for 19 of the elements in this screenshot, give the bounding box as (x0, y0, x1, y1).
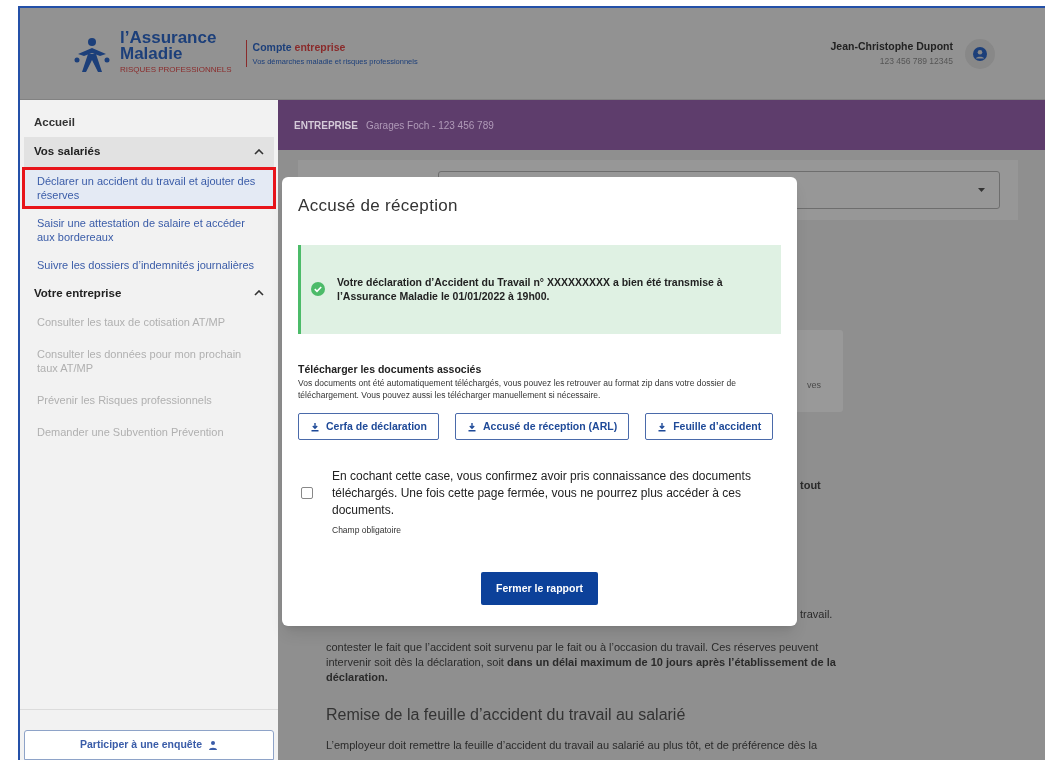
modal-title: Accusé de réception (298, 195, 459, 217)
logo-tagline: RISQUES PROFESSIONNELS (120, 64, 232, 76)
confirmation-text: En cochant cette case, vous confirmez avoir pris connaissance des documents téléchargés. Une fois cette page fermée, vous ne pourrez plus accéder à ces documents. (332, 468, 752, 520)
company-label: ENTREPRISE (294, 118, 358, 133)
company-value: Garages Foch - 123 456 789 (365, 118, 494, 133)
user-number: 123 456 789 12345 (879, 55, 953, 68)
logo-name: l’Assurance Maladie (120, 30, 218, 62)
alert-message: Votre déclaration d’Accident du Travail n° XXXXXXXXX a bien été transmise à l’Assurance Maladie le 01/01/2022 à 19h00. (337, 275, 724, 303)
card-text: ves (807, 379, 821, 393)
bold-text: tout (800, 478, 822, 493)
account-title: Compte entreprise (252, 40, 347, 55)
section-heading: Remise de la feuille d’accident du travail au salarié (326, 705, 687, 725)
paragraph-text: travail. (800, 606, 834, 622)
paragraph-text: contester le fait que l’accident soit survenu par le fait ou à l’occasion du travail. Ces réserves peuvent intervenir soit dès la déclaration, soit dans un délai maximum de 10 jours après l’établissement de la déclaration. (326, 640, 837, 685)
downloads-description: Vos documents ont été automatiquement téléchargés, vous pouvez les retrouver au format zip dans votre dossier de téléchargement. Vous pouvez aussi les télécharger manuellement si nécessaire. (298, 377, 737, 402)
paragraph-text: L’employeur doit remettre la feuille d’accident du travail au salarié au plus tôt, et de préférence dès la (326, 738, 818, 753)
user-name: Jean-Christophe Dupont (830, 39, 953, 55)
required-hint: Champ obligatoire (332, 524, 402, 537)
downloads-title: Télécharger les documents associés (298, 361, 483, 377)
